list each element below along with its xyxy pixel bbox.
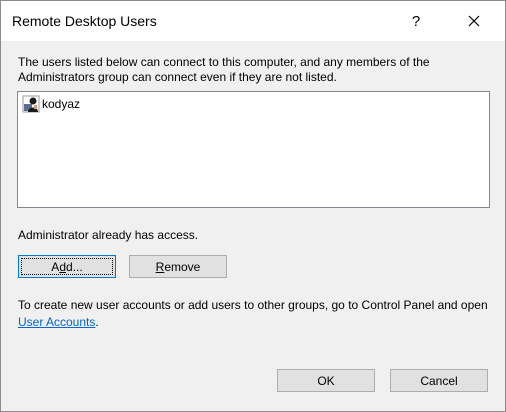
user-icon <box>22 95 40 113</box>
cancel-button-label: Cancel <box>420 373 458 388</box>
dialog-title: Remote Desktop Users <box>12 13 157 29</box>
remove-button[interactable]: Remove <box>129 255 227 278</box>
user-name: kodyaz <box>42 97 81 111</box>
title-bar: Remote Desktop Users ? <box>1 1 505 41</box>
info-text: To create new user accounts or add users… <box>18 298 488 329</box>
users-list[interactable]: kodyaz <box>17 91 490 208</box>
add-button[interactable]: Add... <box>18 255 116 278</box>
user-accounts-link[interactable]: User Accounts <box>18 315 95 329</box>
help-button[interactable]: ? <box>393 1 439 41</box>
cancel-button[interactable]: Cancel <box>390 369 488 392</box>
close-icon <box>468 15 480 27</box>
list-item[interactable]: kodyaz <box>22 95 80 113</box>
ok-button[interactable]: OK <box>277 369 375 392</box>
remote-desktop-users-dialog: Remote Desktop Users ? The users listed … <box>0 0 506 412</box>
intro-text: The users listed below can connect to th… <box>18 55 430 84</box>
close-button[interactable] <box>451 1 497 41</box>
help-icon: ? <box>411 12 421 30</box>
access-note: Administrator already has access. <box>18 228 199 242</box>
focus-rectangle <box>21 258 113 275</box>
remove-button-label: Remove <box>155 259 201 274</box>
ok-button-label: OK <box>317 373 335 388</box>
